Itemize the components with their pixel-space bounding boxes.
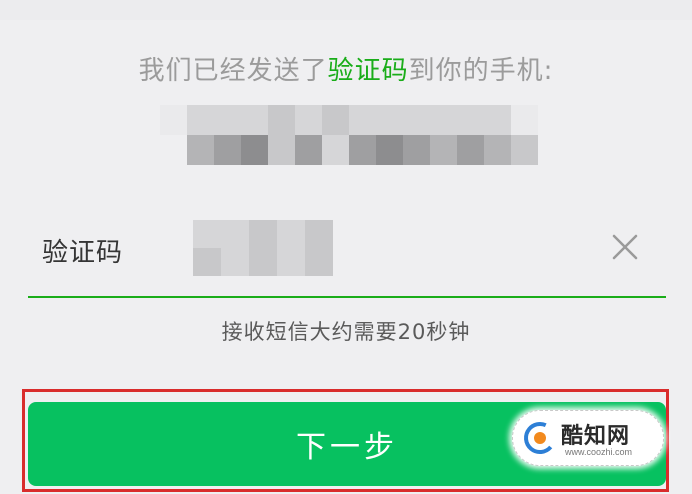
sent-message-highlight: 验证码 [327, 56, 409, 86]
watermark: 酷知网 www.coozhi.com [512, 410, 664, 466]
phone-number-mosaic [160, 105, 538, 173]
mosaic-cell [511, 135, 538, 165]
clear-button[interactable] [608, 230, 642, 264]
code-label: 验证码 [42, 238, 124, 268]
mosaic-cell [430, 135, 457, 165]
sms-hint: 接收短信大约需要20秒钟 [221, 320, 471, 344]
mosaic-cell [376, 105, 403, 135]
top-strip [0, 0, 692, 20]
watermark-url: www.coozhi.com [565, 447, 633, 457]
mosaic-cell [511, 105, 538, 135]
mosaic-cell [241, 105, 268, 135]
mosaic-cell [484, 105, 511, 135]
mosaic-cell [349, 135, 376, 165]
close-icon [612, 234, 638, 260]
mosaic-cell [241, 135, 268, 165]
mosaic-cell [322, 135, 349, 165]
sent-message-prefix: 我们已经发送了 [138, 56, 328, 86]
code-underline [28, 296, 666, 298]
mosaic-cell [187, 105, 214, 135]
mosaic-cell [322, 105, 349, 135]
mosaic-cell [403, 105, 430, 135]
mosaic-cell [214, 105, 241, 135]
mosaic-cell [295, 135, 322, 165]
sent-message-suffix: 到你的手机: [408, 56, 554, 86]
mosaic-cell [376, 135, 403, 165]
mosaic-cell [430, 105, 457, 135]
mosaic-cell [187, 135, 214, 165]
mosaic-cell [403, 135, 430, 165]
mosaic-cell [268, 105, 295, 135]
verification-code-row: 验证码 [28, 210, 666, 298]
mosaic-cell [349, 105, 376, 135]
mosaic-cell [457, 105, 484, 135]
mosaic-cell [214, 135, 241, 165]
mosaic-cell [484, 135, 511, 165]
watermark-name: 酷知网 [561, 424, 631, 449]
code-input[interactable] [193, 220, 333, 276]
mosaic-cell [457, 135, 484, 165]
mosaic-cell [295, 105, 322, 135]
sent-message: 我们已经发送了验证码到你的手机: [0, 50, 692, 87]
mosaic-cell [268, 135, 295, 165]
mosaic-cell [160, 105, 187, 135]
coozhi-logo-icon [524, 422, 556, 454]
